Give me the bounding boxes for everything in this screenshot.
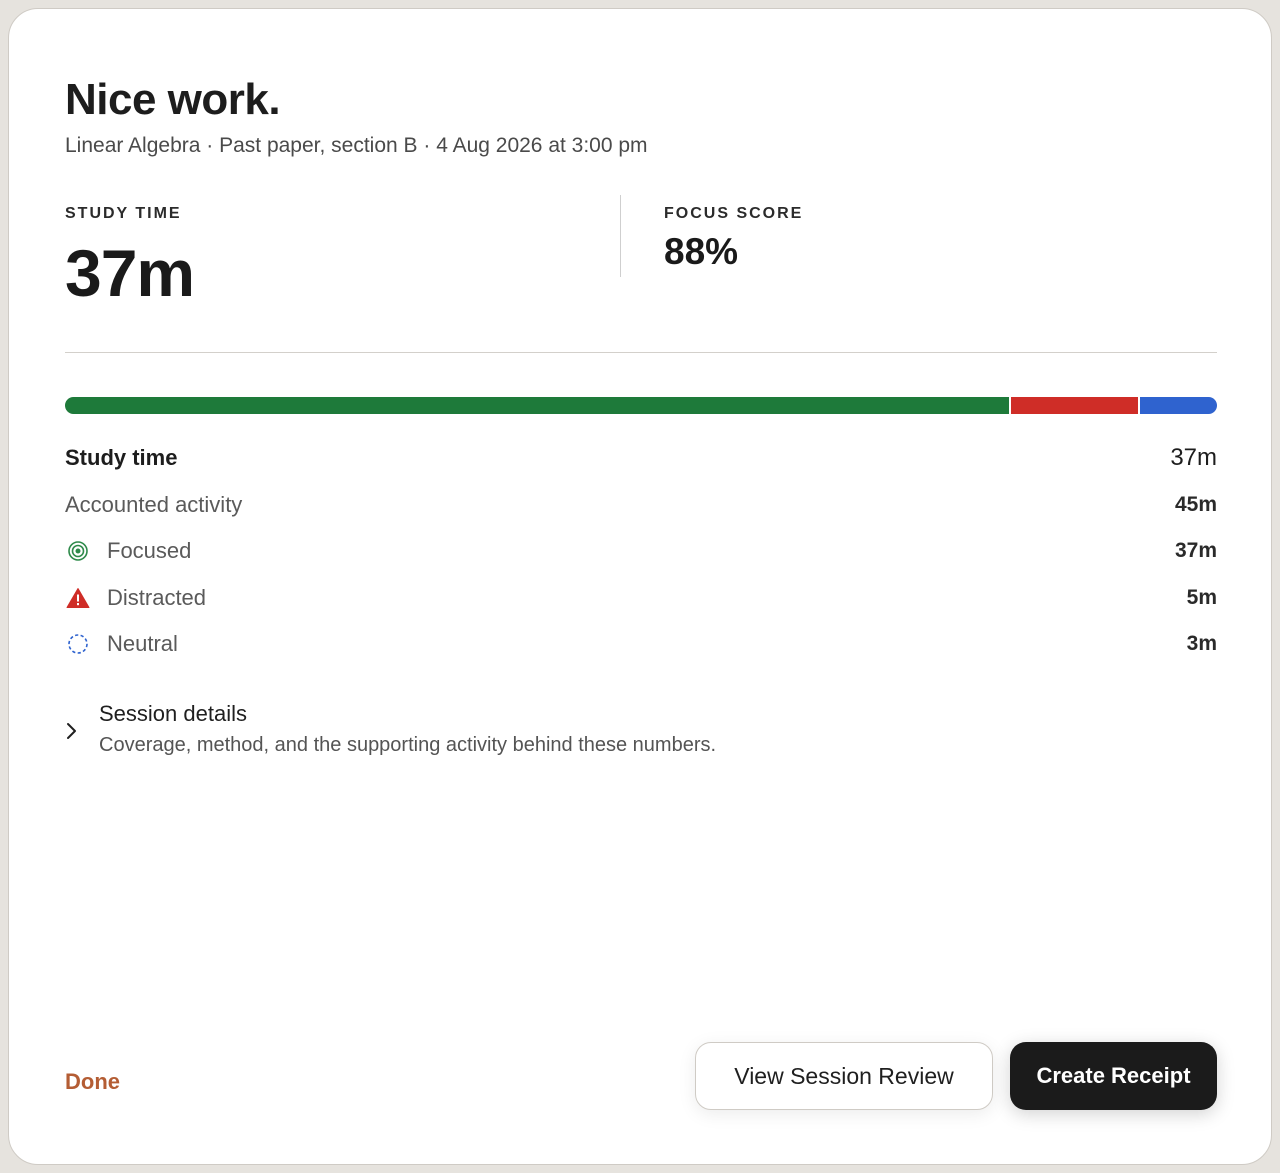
create-receipt-button[interactable]: Create Receipt xyxy=(1010,1042,1217,1110)
study-time-row-label: Study time xyxy=(65,445,178,471)
target-icon xyxy=(65,538,91,564)
warning-triangle-icon xyxy=(65,585,91,611)
study-time-value: 37m xyxy=(65,236,195,310)
session-subtitle: Linear Algebra · Past paper, section B ·… xyxy=(65,134,648,157)
distracted-value: 5m xyxy=(1186,585,1217,609)
page-title: Nice work. xyxy=(65,75,281,124)
accounted-activity-row: Accounted activity 45m xyxy=(65,482,1217,529)
stat-divider xyxy=(620,195,621,277)
study-time-label: STUDY TIME xyxy=(65,205,182,222)
neutral-value: 3m xyxy=(1186,632,1217,656)
bar-segment-distracted xyxy=(1008,397,1139,414)
study-time-row: Study time 37m xyxy=(65,435,1217,482)
session-details-title: Session details xyxy=(99,701,247,726)
activity-breakdown-bar xyxy=(65,397,1217,414)
focus-score-value: 88% xyxy=(664,231,739,272)
accounted-activity-value: 45m xyxy=(1174,492,1217,516)
focus-score-label: FOCUS SCORE xyxy=(664,205,804,222)
session-details-description: Coverage, method, and the supporting act… xyxy=(99,734,717,756)
bar-segment-neutral xyxy=(1138,397,1217,414)
session-details-disclosure[interactable]: Session details Coverage, method, and th… xyxy=(65,701,965,757)
focus-score-stat: FOCUS SCORE 88% xyxy=(664,205,803,273)
view-session-review-button[interactable]: View Session Review xyxy=(695,1042,993,1110)
dashed-circle-icon xyxy=(65,631,91,657)
study-time-stat: STUDY TIME 37m xyxy=(65,205,195,311)
neutral-label: Neutral xyxy=(107,631,178,657)
study-time-row-value: 37m xyxy=(1170,444,1217,472)
distracted-row: Distracted 5m xyxy=(65,575,1217,622)
accounted-activity-label: Accounted activity xyxy=(65,491,243,517)
activity-breakdown-list: Study time 37m Accounted activity 45m Fo… xyxy=(65,435,1217,668)
done-button[interactable]: Done xyxy=(65,1069,120,1095)
summary-content: Nice work. Linear Algebra · Past paper, … xyxy=(65,9,1217,1164)
neutral-row: Neutral 3m xyxy=(65,621,1217,668)
focused-value: 37m xyxy=(1174,539,1217,563)
section-divider xyxy=(65,352,1217,353)
bar-segment-focused xyxy=(65,397,1009,414)
chevron-right-icon[interactable] xyxy=(65,701,99,757)
session-summary-window: Nice work. Linear Algebra · Past paper, … xyxy=(8,8,1272,1165)
focused-label: Focused xyxy=(107,538,192,564)
distracted-label: Distracted xyxy=(107,584,207,610)
focused-row: Focused 37m xyxy=(65,528,1217,575)
